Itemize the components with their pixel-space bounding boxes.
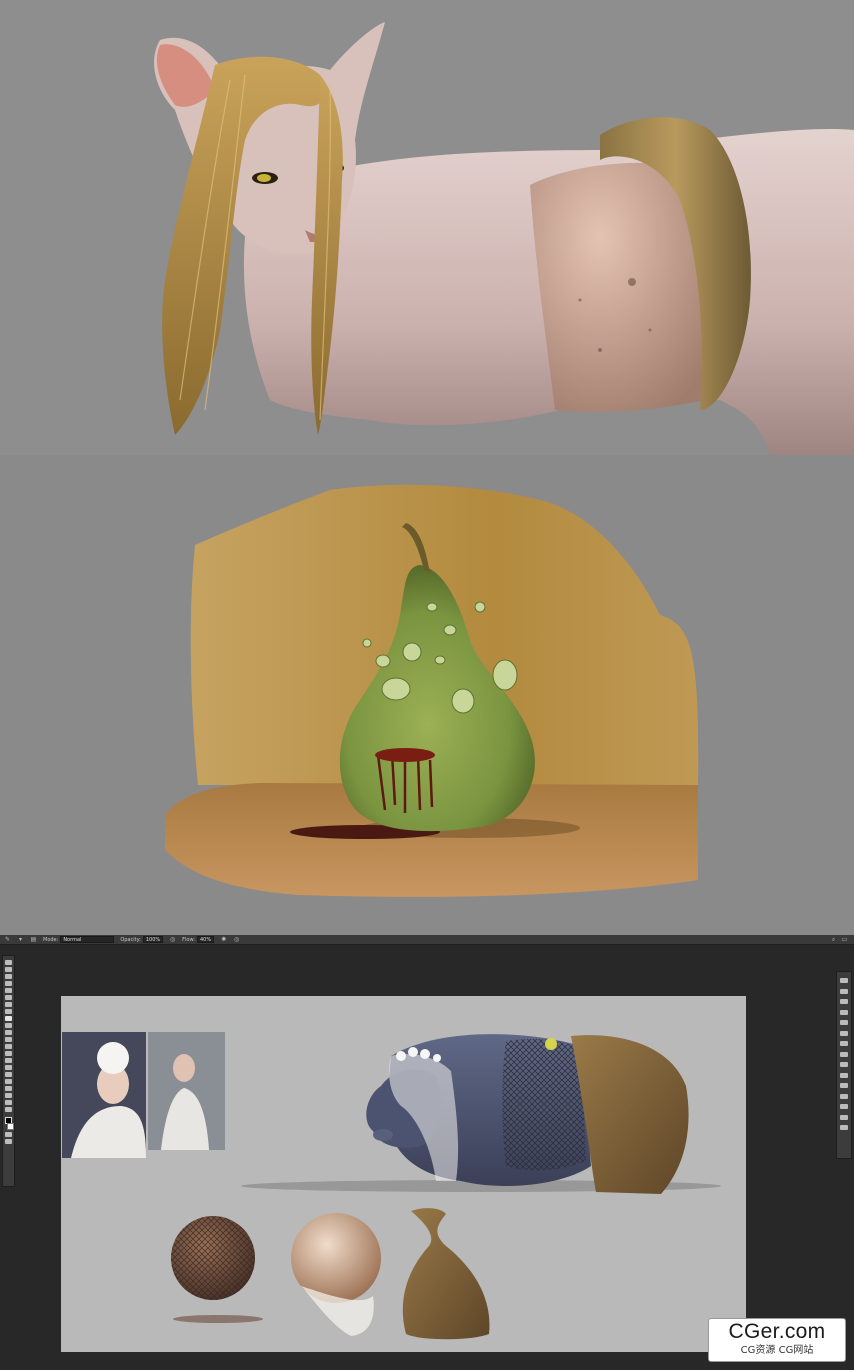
- reference-photo-bride-1: [62, 1032, 146, 1158]
- brush-settings-icon[interactable]: [840, 1030, 848, 1036]
- timeline-panel-icon[interactable]: [840, 1114, 848, 1120]
- color-panel-icon[interactable]: [840, 978, 848, 983]
- flow-label: Flow:: [182, 936, 195, 943]
- pear-painting-panel: [0, 455, 854, 935]
- blur-tool-icon[interactable]: [5, 1051, 12, 1056]
- history-brush-tool-icon[interactable]: [5, 1030, 12, 1035]
- document-canvas[interactable]: [61, 996, 746, 1352]
- frame-tool-icon[interactable]: [5, 995, 12, 1000]
- net-texture-sphere: [171, 1216, 263, 1323]
- history-panel-icon[interactable]: [840, 1083, 848, 1088]
- gradient-tool-icon[interactable]: [5, 1044, 12, 1049]
- screen-mode-icon[interactable]: [5, 1139, 12, 1144]
- workspace-icon[interactable]: ▭: [841, 936, 848, 943]
- brush-panel-toggle-icon[interactable]: ▤: [30, 936, 37, 943]
- site-watermark: CGer.com CG资源 CG网站: [708, 1318, 846, 1362]
- background-color-swatch[interactable]: [7, 1122, 14, 1130]
- watermark-sub-text: CG资源 CG网站: [740, 1345, 814, 1356]
- flow-value: 40%: [200, 936, 212, 943]
- mode-control: Mode: Normal: [43, 936, 115, 943]
- marquee-tool-icon[interactable]: [5, 967, 12, 972]
- panels-dock: [836, 971, 852, 1159]
- cat-painting-panel: [0, 0, 854, 455]
- opacity-input[interactable]: 100%: [142, 936, 164, 943]
- zoom-tool-icon[interactable]: [5, 1100, 12, 1105]
- paths-panel-icon[interactable]: [840, 1072, 848, 1078]
- move-tool-icon[interactable]: [5, 960, 12, 965]
- tools-panel: [2, 955, 15, 1187]
- mode-dropdown[interactable]: Normal: [60, 936, 115, 943]
- flow-input[interactable]: 40%: [197, 936, 215, 943]
- opacity-control: Opacity: 100%: [120, 936, 164, 943]
- veil-texture-sphere: [291, 1213, 381, 1336]
- healing-brush-tool-icon[interactable]: [5, 1009, 12, 1014]
- brush-tool-icon[interactable]: [5, 1016, 12, 1021]
- path-selection-tool-icon[interactable]: [5, 1079, 12, 1084]
- more-tools-icon[interactable]: [5, 1107, 12, 1112]
- pig-figure: [241, 1034, 721, 1194]
- hairless-cat-painting: [154, 22, 854, 455]
- pen-tool-icon[interactable]: [5, 1065, 12, 1070]
- pig-bride-artwork: [62, 1032, 721, 1340]
- reference-photo-bride-2: [148, 1032, 225, 1150]
- play-icon[interactable]: [840, 1125, 848, 1130]
- brush-preset-picker-icon[interactable]: ▾: [17, 936, 24, 943]
- opacity-label: Opacity:: [120, 936, 141, 943]
- clone-stamp-tool-icon[interactable]: [5, 1023, 12, 1028]
- pressure-opacity-icon[interactable]: ◎: [169, 936, 176, 943]
- brush-tool-icon[interactable]: ✎: [4, 936, 11, 943]
- watermark-main-text: CGer.com: [728, 1320, 826, 1343]
- quick-selection-tool-icon[interactable]: [5, 981, 12, 986]
- eyedropper-tool-icon[interactable]: [5, 1002, 12, 1007]
- pressure-size-icon[interactable]: ◎: [233, 936, 240, 943]
- burlap-sack-study: [402, 1208, 490, 1340]
- hand-tool-icon[interactable]: [5, 1093, 12, 1098]
- layers-panel-icon[interactable]: [840, 999, 848, 1004]
- options-bar: ✎ ▾ ▤ Mode: Normal Opacity: 100% ◎ Flow:…: [0, 935, 854, 945]
- libraries-panel-icon[interactable]: [840, 1104, 848, 1109]
- character-panel-icon[interactable]: [840, 1009, 848, 1015]
- photoshop-window: ✎ ▾ ▤ Mode: Normal Opacity: 100% ◎ Flow:…: [0, 935, 854, 1370]
- options-bar-right: ⌕ ▭: [830, 936, 854, 943]
- paragraph-panel-icon[interactable]: [840, 1020, 848, 1025]
- mode-value: Normal: [63, 936, 82, 943]
- type-tool-icon[interactable]: [5, 1072, 12, 1077]
- airbrush-icon[interactable]: ✺: [220, 936, 227, 943]
- lasso-tool-icon[interactable]: [5, 974, 12, 979]
- properties-panel-icon[interactable]: [840, 1041, 848, 1046]
- dodge-tool-icon[interactable]: [5, 1058, 12, 1063]
- actions-panel-icon[interactable]: [840, 1093, 848, 1099]
- opacity-value: 100%: [145, 936, 161, 943]
- quick-mask-icon[interactable]: [5, 1132, 12, 1137]
- bleeding-pear-painting: [165, 484, 699, 897]
- adjustments-panel-icon[interactable]: [840, 1051, 848, 1057]
- channels-panel-icon[interactable]: [840, 1062, 848, 1067]
- flow-control: Flow: 40%: [182, 936, 215, 943]
- search-icon[interactable]: ⌕: [830, 936, 837, 943]
- eraser-tool-icon[interactable]: [5, 1037, 12, 1042]
- mode-label: Mode:: [43, 936, 59, 943]
- swatches-panel-icon[interactable]: [840, 988, 848, 994]
- rectangle-tool-icon[interactable]: [5, 1086, 12, 1091]
- crop-tool-icon[interactable]: [5, 988, 12, 993]
